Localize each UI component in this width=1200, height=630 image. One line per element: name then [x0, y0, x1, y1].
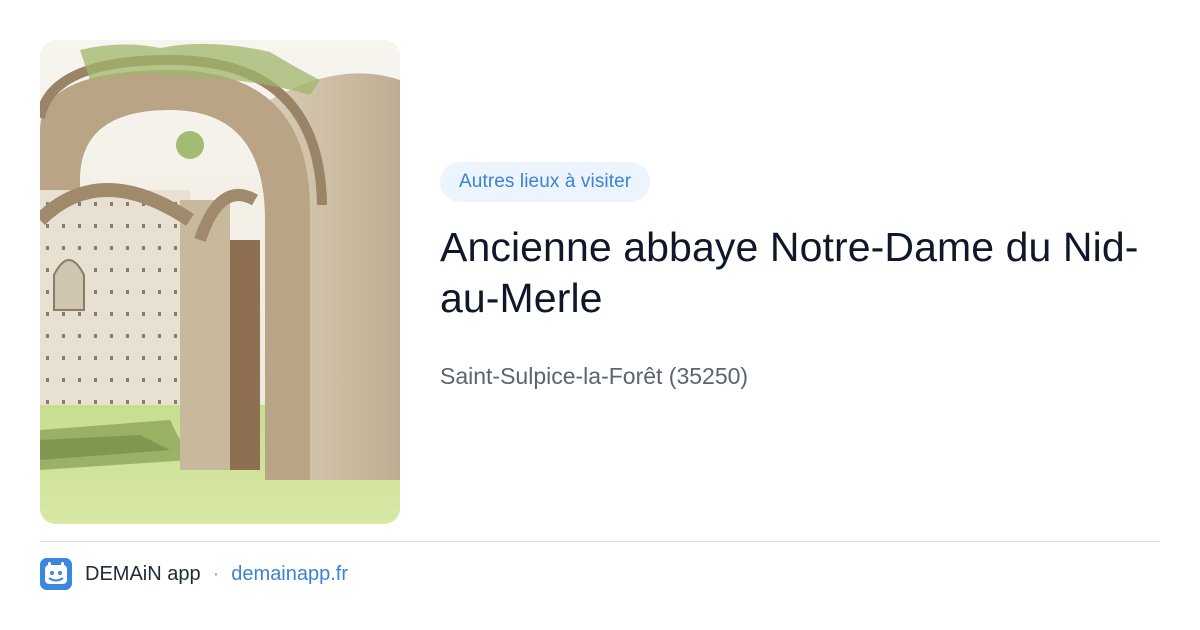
abbey-ruins-image: [40, 40, 400, 524]
card-footer: DEMAiN app · demainapp.fr: [40, 557, 348, 591]
site-link[interactable]: demainapp.fr: [231, 563, 348, 586]
card-content: Autres lieux à visiter Ancienne abbaye N…: [440, 162, 1160, 391]
place-location: Saint-Sulpice-la-Forêt (35250): [440, 363, 749, 389]
place-title[interactable]: Ancienne abbaye Notre-Dame du Nid-au-Mer…: [440, 222, 1140, 324]
app-name: DEMAiN app: [85, 562, 201, 585]
footer-divider: [40, 541, 1160, 542]
link-preview-card[interactable]: Autres lieux à visiter Ancienne abbaye N…: [0, 0, 1200, 630]
demain-app-logo-icon: [40, 558, 72, 590]
place-photo: [40, 40, 400, 524]
footer-separator: ·: [212, 562, 220, 585]
category-badge[interactable]: Autres lieux à visiter: [440, 162, 651, 202]
